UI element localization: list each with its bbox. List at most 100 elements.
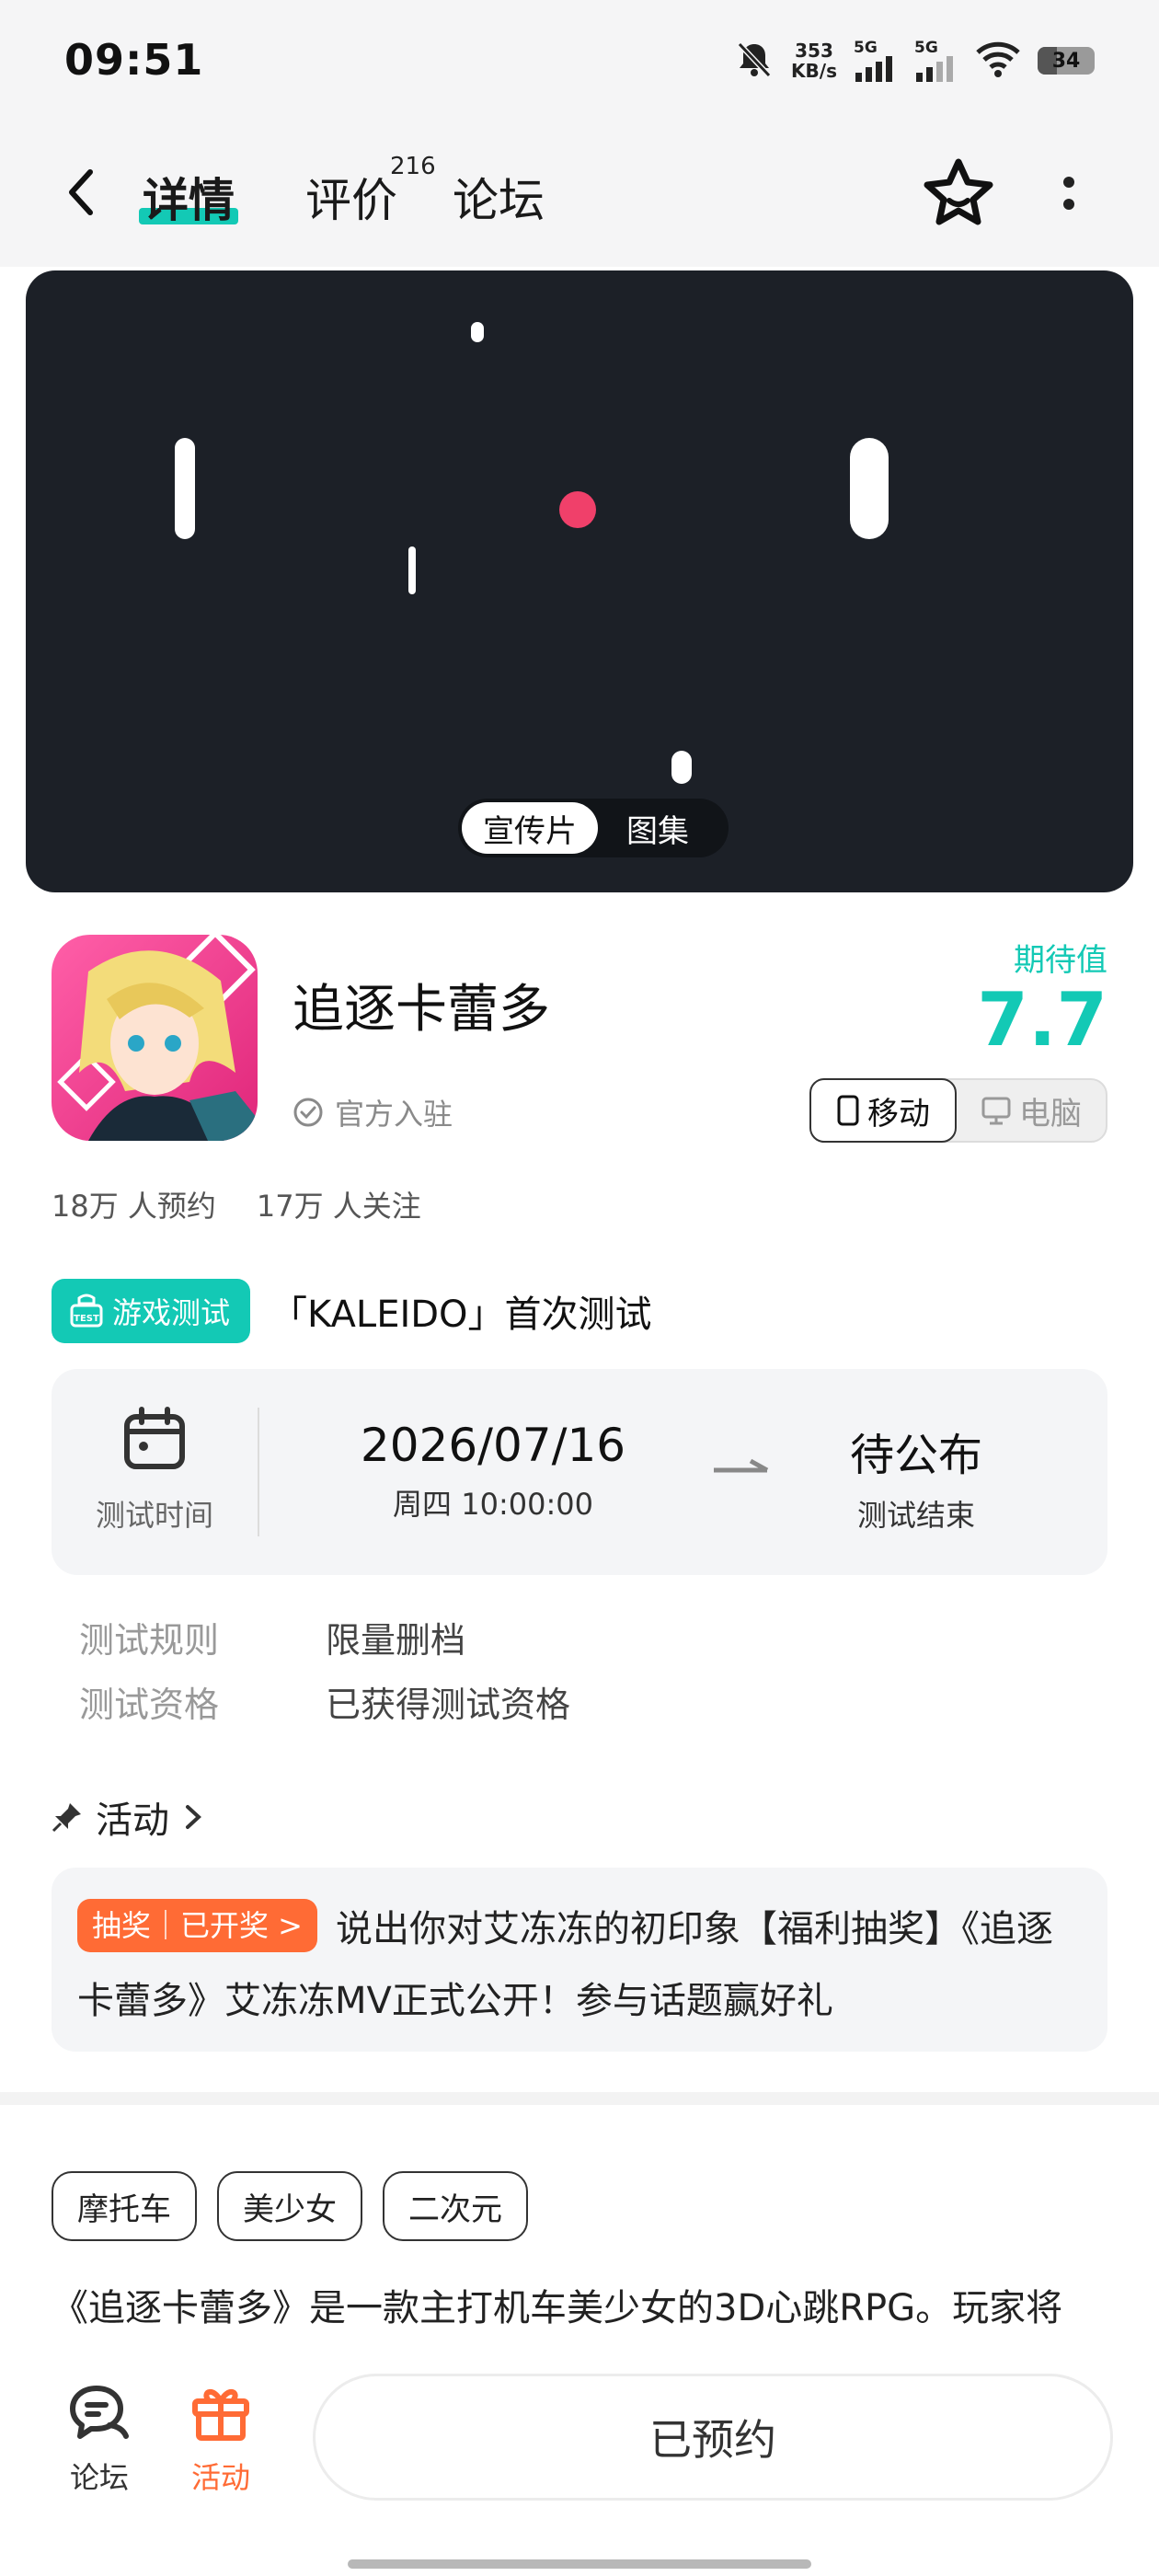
tag-item[interactable]: 二次元: [383, 2171, 528, 2241]
test-end-label: 测试结束: [856, 1498, 975, 1533]
rule-value: 限量删档: [326, 1620, 466, 1661]
home-indicator[interactable]: [348, 2559, 811, 2569]
network-speed: 353 KB/s: [791, 40, 837, 81]
rule-key: 测试规则: [79, 1620, 220, 1661]
loading-bar: [471, 322, 484, 342]
bottom-activity-button[interactable]: 活动: [175, 2383, 267, 2497]
tag-item[interactable]: 摩托车: [52, 2171, 197, 2241]
speed-unit: KB/s: [791, 60, 837, 82]
test-badge[interactable]: TEST 游戏测试: [52, 1279, 251, 1343]
gift-icon: [192, 2389, 249, 2441]
tab-detail-label: 详情: [143, 174, 235, 227]
game-icon: [52, 935, 258, 1141]
game-description: 《追逐卡蕾多》是一款主打机车美少女的3D心跳RPG。玩家将: [52, 2287, 1063, 2329]
battery-icon: 34: [1038, 47, 1095, 75]
platform-pc-label: 电脑: [1019, 1095, 1082, 1133]
tag-list: 摩托车 美少女 二次元: [52, 2171, 528, 2241]
check-circle-icon: [293, 1098, 323, 1127]
tag-item[interactable]: 美少女: [217, 2171, 362, 2241]
test-header: TEST 游戏测试 「KALEIDO」首次测试: [52, 1279, 652, 1343]
monitor-icon: [981, 1097, 1011, 1125]
chevron-right-icon: [186, 1805, 201, 1829]
activity-header-label: 活动: [96, 1800, 169, 1842]
status-icons: 353 KB/s 5G 5G 34: [734, 35, 1095, 86]
speed-value: 353: [795, 40, 833, 62]
mute-bell-icon: [734, 39, 775, 83]
lottery-badge: 抽奖｜已开奖 >: [77, 1899, 317, 1952]
loading-bar: [175, 438, 195, 539]
more-dot-icon: [1063, 199, 1074, 210]
favorite-button[interactable]: [920, 155, 997, 232]
test-end-value: 待公布: [849, 1430, 982, 1481]
loading-bar: [408, 546, 416, 594]
tab-forum-label: 论坛: [453, 174, 545, 227]
phone-icon: [837, 1095, 859, 1126]
top-nav: 详情 评价 216 论坛: [0, 147, 1159, 239]
test-schedule-card: 测试时间 2026/07/16 周四 10:00:00 待公布 测试结束: [52, 1369, 1107, 1575]
rule-value: 已获得测试资格: [326, 1685, 571, 1725]
test-start: 2026/07/16 周四 10:00:00: [327, 1419, 659, 1524]
activity-header[interactable]: 活动: [52, 1790, 204, 1844]
more-options-button[interactable]: [1049, 166, 1089, 221]
svg-text:TEST: TEST: [74, 1314, 99, 1324]
activity-card[interactable]: 抽奖｜已开奖 > 说出你对艾冻冻的初印象【福利抽奖】《追逐卡蕾多》艾冻冻MV正式公…: [52, 1868, 1107, 2052]
test-start-time: 周四 10:00:00: [393, 1487, 593, 1522]
test-time-block: 测试时间: [52, 1406, 258, 1535]
bottom-bar: 论坛 活动 已预约: [0, 2352, 1159, 2576]
tab-detail[interactable]: 详情: [139, 164, 238, 230]
signal-sim2: 5G: [914, 40, 958, 82]
expect-label: 期待值: [1014, 942, 1107, 979]
signal-bars-icon: [916, 56, 953, 82]
verified-label: 官方入驻: [335, 1097, 453, 1132]
rule-row: 测试规则 限量删档: [79, 1608, 570, 1673]
loading-bar: [850, 438, 889, 539]
expect-score-value: 7.7: [977, 977, 1107, 1063]
test-end: 待公布 测试结束: [824, 1419, 1008, 1535]
tab-review-label: 评价: [305, 174, 397, 227]
wifi-icon: [975, 40, 1021, 81]
verified-badge: 官方入驻: [293, 1091, 453, 1133]
status-time: 09:51: [64, 35, 204, 85]
loading-bar: [671, 751, 692, 784]
chat-icon: [70, 2386, 129, 2439]
platform-pc[interactable]: 电脑: [957, 1080, 1106, 1141]
bottom-forum-label: 论坛: [69, 2460, 129, 2495]
test-start-date: 2026/07/16: [360, 1419, 626, 1472]
expectation-score: 期待值 7.7: [977, 935, 1107, 1059]
test-time-label: 测试时间: [95, 1498, 213, 1533]
arrow-right-icon: [714, 1458, 769, 1473]
bottom-forum-button[interactable]: 论坛: [53, 2383, 145, 2497]
back-arrow-icon: [69, 169, 93, 215]
follower-count: 17万 人关注: [256, 1189, 421, 1224]
sim1-label: 5G: [854, 39, 878, 57]
reserved-button[interactable]: 已预约: [313, 2374, 1113, 2501]
star-icon: [924, 158, 993, 225]
loading-dot: [559, 491, 596, 528]
game-stats: 18万 人预约 17万 人关注: [52, 1183, 421, 1225]
platform-switch: 移动 电脑: [809, 1078, 1107, 1143]
test-badge-label: 游戏测试: [112, 1295, 231, 1330]
rule-key: 测试资格: [79, 1685, 220, 1725]
bottom-activity-label: 活动: [190, 2460, 250, 2495]
tab-gallery[interactable]: 图集: [598, 802, 717, 854]
pin-icon: [52, 1803, 81, 1833]
sim2-label: 5G: [914, 39, 938, 57]
more-dot-icon: [1063, 177, 1074, 188]
status-bar: 09:51 353 KB/s 5G 5G 34: [0, 0, 1159, 129]
review-count: 216: [390, 153, 436, 180]
media-player[interactable]: 宣传片 图集: [26, 270, 1133, 892]
platform-mobile[interactable]: 移动: [809, 1078, 957, 1143]
test-icon: TEST: [70, 1294, 103, 1328]
divider: [258, 1408, 259, 1536]
test-title: 「KALEIDO」首次测试: [270, 1294, 652, 1336]
section-divider: [0, 2092, 1159, 2105]
tab-forum[interactable]: 论坛: [453, 164, 545, 230]
calendar-icon: [124, 1407, 185, 1469]
tab-review[interactable]: 评价 216: [305, 153, 436, 230]
game-title: 追逐卡蕾多: [293, 980, 550, 1040]
tab-video[interactable]: 宣传片: [462, 802, 598, 854]
signal-bars-icon: [855, 56, 892, 82]
back-button[interactable]: [53, 160, 109, 224]
battery-level: 34: [1051, 49, 1081, 73]
test-rules: 测试规则 限量删档 测试资格 已获得测试资格: [79, 1608, 570, 1737]
